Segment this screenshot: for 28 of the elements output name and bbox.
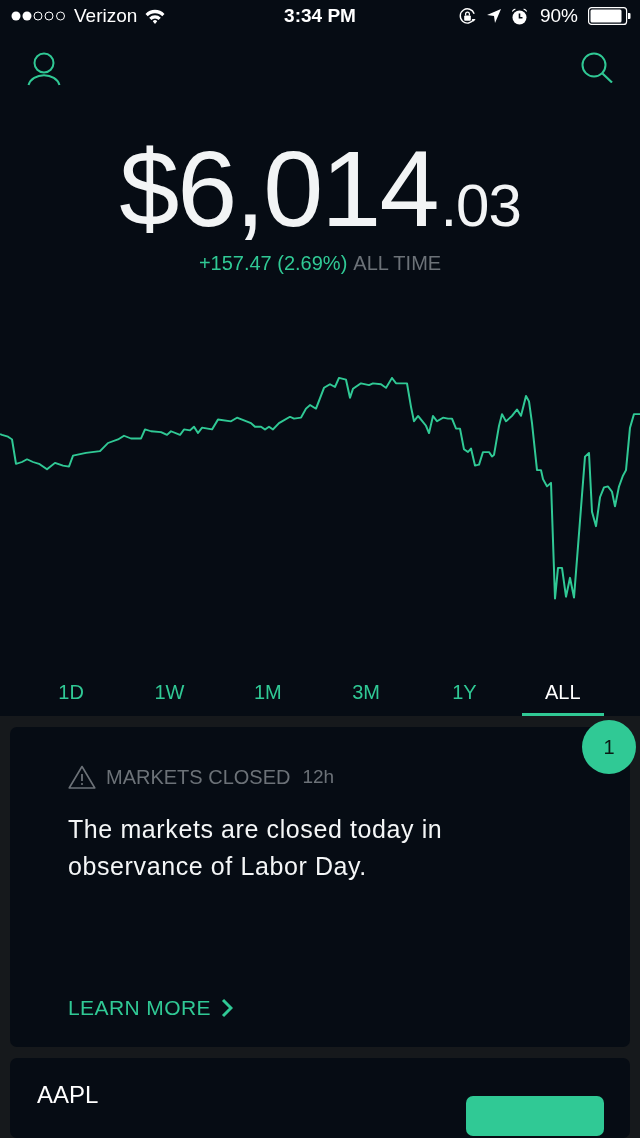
stock-symbol: AAPL <box>37 1082 99 1108</box>
alarm-clock-icon <box>510 7 528 25</box>
range-tab[interactable]: 1W <box>128 671 211 716</box>
warning-icon <box>68 765 96 789</box>
chevron-right-icon <box>220 998 233 1018</box>
location-arrow-icon <box>486 9 501 24</box>
battery-icon <box>588 7 631 26</box>
period-label: ALL TIME <box>353 250 442 275</box>
notification-title: MARKETS CLOSED <box>106 765 291 789</box>
range-tab[interactable]: 3M <box>325 671 408 716</box>
carrier-name: Verizon <box>74 5 138 28</box>
portfolio-value: $6,014 <box>119 134 438 243</box>
signal-strength-icon <box>11 11 66 22</box>
battery-percentage: 90% <box>539 5 578 28</box>
rotation-lock-icon <box>457 6 477 26</box>
notification-count-badge: 1 <box>582 720 636 774</box>
notification-age: 12h <box>302 766 335 788</box>
range-tab[interactable]: 1D <box>30 671 113 716</box>
profile-icon[interactable] <box>27 51 61 86</box>
search-icon[interactable] <box>581 51 613 83</box>
range-tab[interactable]: 1M <box>226 671 309 716</box>
notification-message: The markets are closed today in observance of Labor Day. <box>68 814 444 882</box>
portfolio-value-cents: .03 <box>440 175 521 236</box>
wifi-icon <box>145 8 166 24</box>
learn-more-link[interactable]: LEARN MORE <box>68 995 233 1021</box>
range-tab[interactable]: 1Y <box>423 671 506 716</box>
clock-time: 3:34 PM <box>284 5 356 28</box>
gain-amount: +157.47 (2.69%) <box>198 250 348 275</box>
